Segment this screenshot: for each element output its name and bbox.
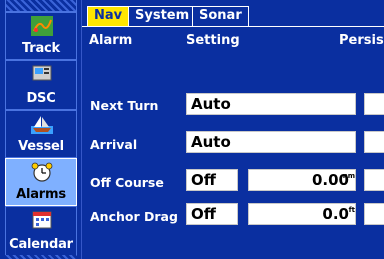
sidebar-item-alarms[interactable]: Alarms xyxy=(5,158,77,206)
tab-system[interactable]: System xyxy=(128,6,197,26)
sidebar-scroll-up[interactable] xyxy=(5,0,77,12)
sidebar-item-label: Vessel xyxy=(18,139,64,154)
sidebar-item-calendar[interactable]: Calendar xyxy=(5,206,77,256)
off-course-persist-field[interactable] xyxy=(364,169,384,191)
sidebar-item-label: Alarms xyxy=(16,187,66,202)
header-setting: Setting xyxy=(186,33,240,48)
anchor-drag-persist-field[interactable] xyxy=(364,203,384,225)
off-course-distance-field[interactable]: 0.00 nm xyxy=(248,169,356,191)
row-label-off-course: Off Course xyxy=(90,175,164,190)
arrival-persist-field[interactable] xyxy=(364,131,384,153)
next-turn-persist-field[interactable] xyxy=(364,93,384,115)
off-course-setting-value: Off xyxy=(191,171,216,189)
calendar-icon xyxy=(32,211,52,229)
sidebar-scroll-down[interactable] xyxy=(5,255,77,259)
tab-sonar[interactable]: Sonar xyxy=(192,6,249,26)
header-alarm: Alarm xyxy=(89,33,133,48)
sidebar-item-dsc[interactable]: DSC xyxy=(5,60,77,110)
sidebar-item-vessel[interactable]: Vessel xyxy=(5,110,77,158)
row-label-next-turn: Next Turn xyxy=(90,98,159,113)
arrival-setting-field[interactable]: Auto xyxy=(186,131,356,153)
anchor-drag-setting-field[interactable]: Off xyxy=(186,203,238,225)
dsc-icon xyxy=(32,65,52,81)
next-turn-setting-field[interactable]: Auto xyxy=(186,93,356,115)
track-icon xyxy=(31,16,53,36)
anchor-drag-setting-value: Off xyxy=(191,205,216,223)
sidebar: Track DSC Vessel Alarms Calendar xyxy=(0,0,82,259)
off-course-distance-unit: nm xyxy=(342,172,355,180)
header-persist: Persis xyxy=(339,33,384,48)
row-label-anchor-drag: Anchor Drag xyxy=(90,209,178,224)
sidebar-item-track[interactable]: Track xyxy=(5,12,77,60)
row-label-arrival: Arrival xyxy=(90,137,138,152)
vessel-icon xyxy=(31,116,53,134)
column-header: Alarm Setting Persis xyxy=(82,26,384,54)
next-turn-setting-value: Auto xyxy=(191,95,231,113)
arrival-setting-value: Auto xyxy=(191,133,231,151)
sidebar-item-label: Calendar xyxy=(9,237,73,252)
alarm-clock-icon xyxy=(31,162,53,182)
sidebar-item-label: Track xyxy=(22,41,60,56)
sidebar-item-label: DSC xyxy=(26,91,56,106)
off-course-setting-field[interactable]: Off xyxy=(186,169,238,191)
anchor-drag-distance-field[interactable]: 0.0 ft xyxy=(248,203,356,225)
anchor-drag-distance-unit: ft xyxy=(348,206,355,214)
tab-bar: Nav System Sonar xyxy=(82,0,384,26)
anchor-drag-distance-value: 0.0 xyxy=(322,205,349,223)
tab-nav[interactable]: Nav xyxy=(87,6,130,26)
